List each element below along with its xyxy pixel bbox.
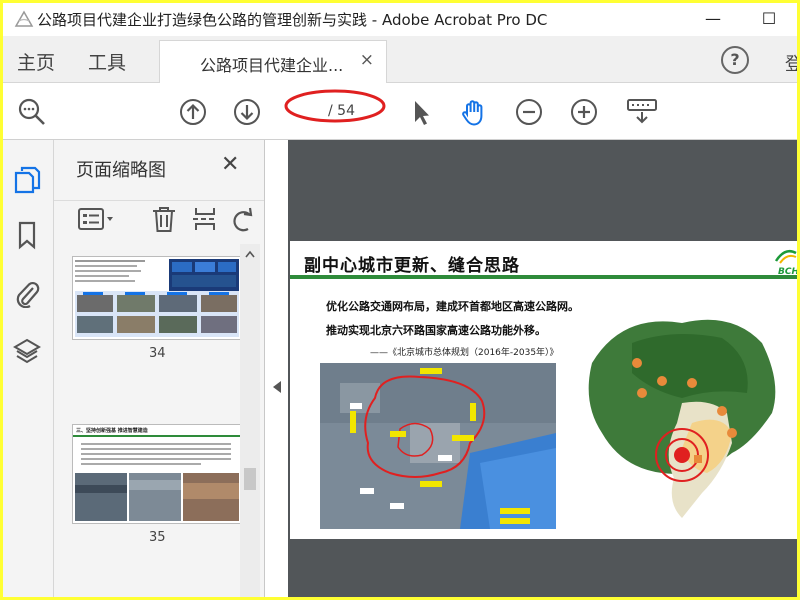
close-tab-button[interactable]: × <box>360 50 374 70</box>
thumbnail-label-34: 34 <box>149 346 166 361</box>
tab-document[interactable]: 公路项目代建企业... × <box>159 40 387 83</box>
thumbnail-label-35: 35 <box>149 530 166 545</box>
tab-bar: 主页 工具 公路项目代建企业... × ? 登 <box>3 36 797 83</box>
thumbnail-scrollbar[interactable] <box>240 244 260 597</box>
document-viewer[interactable]: 副中心城市更新、缝合思路 BCH 优化公路交通网布局，建成环首都地区高速公路网。… <box>288 140 797 597</box>
thumbnail-page-34[interactable] <box>72 256 240 340</box>
collapse-panel-arrow-icon[interactable] <box>273 381 281 393</box>
rotate-icon[interactable] <box>230 205 258 233</box>
thumbnail-panel: 页面缩略图 ✕ 34 三、坚持创新强基 推进智慧建造 35 <box>54 140 265 597</box>
sign-in-button[interactable]: 登 <box>785 50 797 76</box>
company-logo-icon <box>774 250 797 264</box>
page-thumbnails-icon[interactable] <box>13 164 41 194</box>
zoom-out-icon[interactable] <box>514 97 544 127</box>
company-logo-text: BCH <box>778 267 797 277</box>
thumbnail-page-35[interactable]: 三、坚持创新强基 推进智慧建造 <box>72 424 240 524</box>
page-up-icon[interactable] <box>178 97 208 127</box>
slide-title-underline <box>290 275 797 279</box>
thumbnail-34-image <box>73 257 240 339</box>
beijing-district-map <box>582 303 788 529</box>
options-menu-icon[interactable] <box>76 205 116 233</box>
pdf-page: 副中心城市更新、缝合思路 BCH 优化公路交通网布局，建成环首都地区高速公路网。… <box>290 241 797 539</box>
select-cursor-icon[interactable] <box>405 97 435 127</box>
insert-pages-icon[interactable] <box>192 205 220 233</box>
satellite-ring-map <box>320 363 556 529</box>
thumbnail-list: 34 三、坚持创新强基 推进智慧建造 35 <box>54 244 240 597</box>
zoom-in-icon[interactable] <box>569 97 599 127</box>
hand-tool-icon[interactable] <box>459 97 489 127</box>
minimize-button[interactable]: — <box>691 7 735 33</box>
left-tool-rail <box>3 140 54 597</box>
attachment-icon[interactable] <box>13 278 41 308</box>
tab-tools[interactable]: 工具 <box>88 48 126 75</box>
slide-text-line-2: 推动实现北京六环路国家高速公路功能外移。 <box>326 324 546 337</box>
trash-icon[interactable] <box>150 205 178 233</box>
bookmark-icon[interactable] <box>13 220 41 250</box>
search-zoom-icon[interactable] <box>17 97 47 127</box>
help-icon[interactable]: ? <box>721 46 749 74</box>
annotation-red-ellipse <box>284 89 386 123</box>
panel-title: 页面缩略图 <box>76 160 166 181</box>
maximize-button[interactable]: ☐ <box>747 7 791 33</box>
panel-toolbar <box>54 200 264 237</box>
thumbnail-35-image <box>73 435 240 521</box>
thumbnail-35-heading: 三、坚持创新强基 推进智慧建造 <box>76 428 148 434</box>
page-down-icon[interactable] <box>232 97 262 127</box>
keyboard-dropdown-icon[interactable] <box>625 97 659 127</box>
slide-source-citation: ——《北京城市总体规划（2016年-2035年）》 <box>370 348 559 358</box>
slide-text-line-1: 优化公路交通网布局，建成环首都地区高速公路网。 <box>326 300 579 313</box>
layers-icon[interactable] <box>13 336 41 366</box>
scroll-up-arrow-icon[interactable] <box>245 250 255 258</box>
window-title: 公路项目代建企业打造绿色公路的管理创新与实践 - Adobe Acrobat P… <box>37 11 548 29</box>
toolbar: / 54 <box>3 83 797 140</box>
scrollbar-thumb[interactable] <box>244 468 256 490</box>
title-bar: 公路项目代建企业打造绿色公路的管理创新与实践 - Adobe Acrobat P… <box>3 3 797 36</box>
slide-title: 副中心城市更新、缝合思路 <box>304 256 520 276</box>
tab-home[interactable]: 主页 <box>17 48 55 75</box>
acrobat-app-icon <box>14 10 34 27</box>
close-panel-button[interactable]: ✕ <box>221 152 239 177</box>
acrobat-window: 公路项目代建企业打造绿色公路的管理创新与实践 - Adobe Acrobat P… <box>3 3 797 597</box>
document-tab-label: 公路项目代建企业... <box>200 56 344 75</box>
